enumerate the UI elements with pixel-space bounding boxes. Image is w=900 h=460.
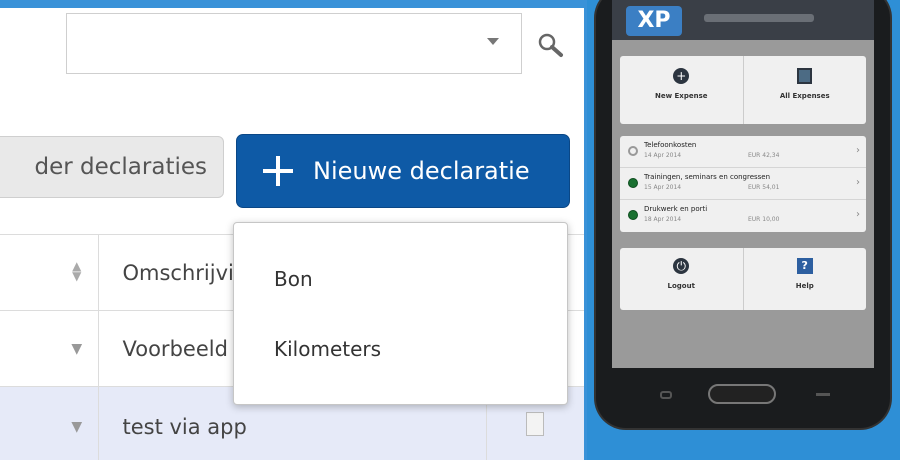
menu-item-kilometers[interactable]: Kilometers <box>274 337 381 361</box>
approved-status-icon <box>628 178 638 188</box>
sort-column-header[interactable]: ▲ ▼ <box>56 234 99 311</box>
home-button[interactable] <box>708 384 776 404</box>
recent-apps-icon[interactable] <box>816 393 830 396</box>
approved-status-icon <box>628 210 638 220</box>
new-declaration-menu: Bon Kilometers <box>233 222 568 405</box>
tile-help[interactable]: ? Help <box>742 248 867 310</box>
expense-amount: EUR 10,00 <box>748 216 780 223</box>
chevron-down-icon: ▼ <box>71 418 83 435</box>
tile-new-expense[interactable]: + New Expense <box>620 56 743 124</box>
list-item[interactable]: Drukwerk en porti 18 Apr 2014 EUR 10,00 … <box>620 200 866 232</box>
tile-label: New Expense <box>655 92 708 100</box>
top-tiles: + New Expense All Expenses <box>620 56 866 124</box>
tile-label: All Expenses <box>779 92 830 100</box>
tile-logout[interactable]: ⏻ Logout <box>620 248 743 310</box>
chevron-right-icon: › <box>856 177 860 188</box>
row-expand-toggle[interactable]: ▼ <box>56 310 99 387</box>
phone-device: XP + New Expense All Expenses Telefoonko… <box>596 0 890 428</box>
plus-icon <box>263 156 293 186</box>
expense-amount: EUR 42,34 <box>748 152 780 159</box>
expense-date: 14 Apr 2014 <box>644 152 682 159</box>
expense-title: Drukwerk en porti <box>644 205 708 213</box>
back-icon[interactable] <box>660 391 672 399</box>
bottom-tiles: ⏻ Logout ? Help <box>620 248 866 310</box>
pending-status-icon <box>628 146 638 156</box>
chevron-right-icon: › <box>856 145 860 156</box>
expense-list: Telefoonkosten 14 Apr 2014 EUR 42,34 › T… <box>620 136 866 232</box>
plus-circle-icon: + <box>673 68 690 84</box>
new-declaration-button[interactable]: Nieuwe declaratie <box>236 134 570 208</box>
sort-icon: ▲ ▼ <box>72 259 82 283</box>
expense-amount: EUR 54,01 <box>748 184 780 191</box>
row-expand-toggle[interactable]: ▼ <box>56 386 99 460</box>
list-item[interactable]: Telefoonkosten 14 Apr 2014 EUR 42,34 › <box>620 136 866 168</box>
expense-date: 15 Apr 2014 <box>644 184 682 191</box>
expense-title: Telefoonkosten <box>644 141 697 149</box>
phone-screen: XP + New Expense All Expenses Telefoonko… <box>612 0 874 368</box>
new-declaration-label: Nieuwe declaratie <box>313 157 530 185</box>
app-header: XP <box>612 0 874 40</box>
tile-label: Logout <box>667 282 695 290</box>
power-icon: ⏻ <box>673 258 690 274</box>
expense-date: 18 Apr 2014 <box>644 216 682 223</box>
app-logo: XP <box>626 6 682 36</box>
search-select[interactable] <box>66 13 522 74</box>
search-icon[interactable] <box>536 30 566 60</box>
document-icon[interactable] <box>526 412 545 436</box>
phone-nav-bar <box>612 378 874 414</box>
tile-label: Help <box>795 282 814 290</box>
chevron-right-icon: › <box>856 209 860 220</box>
tile-all-expenses[interactable]: All Expenses <box>742 56 867 124</box>
expense-title: Trainingen, seminars en congressen <box>644 173 771 181</box>
web-app-panel: der declaraties Nieuwe declaratie ▲ ▼ Oms… <box>0 0 587 460</box>
list-item[interactable]: Trainingen, seminars en congressen 15 Ap… <box>620 168 866 200</box>
app-name-placeholder <box>704 14 814 22</box>
menu-item-bon[interactable]: Bon <box>274 267 313 291</box>
other-declarations-button[interactable]: der declaraties <box>0 136 224 198</box>
help-icon: ? <box>796 258 813 274</box>
list-icon <box>797 68 813 84</box>
chevron-down-icon: ▼ <box>71 340 83 357</box>
chevron-down-icon[interactable] <box>487 38 499 45</box>
